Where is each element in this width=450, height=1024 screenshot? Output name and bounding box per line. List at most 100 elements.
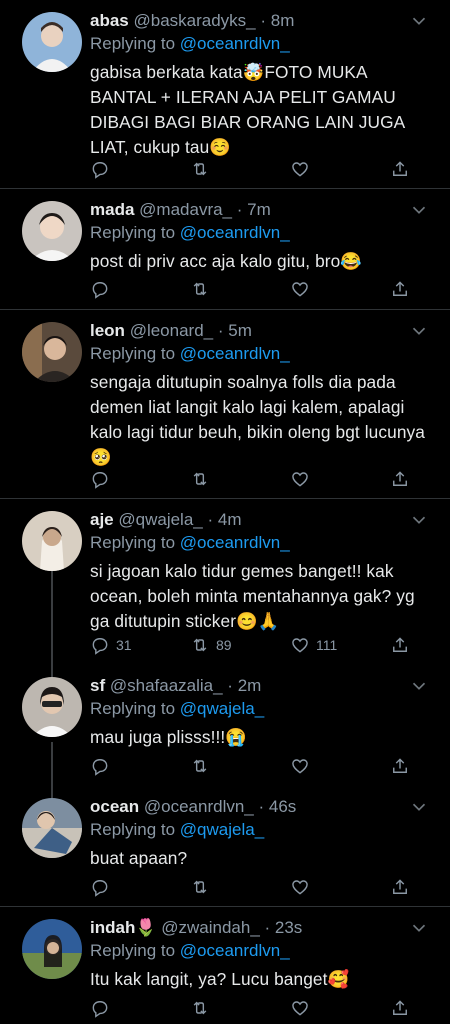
display-name[interactable]: leon (90, 321, 125, 340)
tweet-actions (90, 755, 412, 777)
reply-button[interactable] (90, 755, 150, 777)
share-icon (393, 637, 407, 652)
display-name[interactable]: aje (90, 510, 114, 529)
handle[interactable]: @zwaindah_ (161, 918, 260, 937)
retweet-button[interactable] (190, 468, 250, 490)
share-button[interactable] (390, 755, 412, 777)
reply-icon (92, 880, 108, 897)
handle[interactable]: @shafaazalia_ (110, 676, 223, 695)
avatar[interactable] (22, 677, 82, 737)
share-button[interactable] (390, 634, 412, 656)
mention-link[interactable]: @oceanrdlvn_ (180, 533, 290, 552)
display-name[interactable]: abas (90, 11, 129, 30)
reply-icon (92, 282, 108, 299)
retweet-icon (193, 1001, 207, 1015)
mention-link[interactable]: @oceanrdlvn_ (180, 344, 290, 363)
chevron-down-icon[interactable] (408, 199, 430, 221)
tweet-actions (90, 158, 412, 180)
display-name[interactable]: mada (90, 200, 134, 219)
retweet-button[interactable] (190, 997, 250, 1019)
handle[interactable]: @qwajela_ (118, 510, 202, 529)
chevron-down-icon[interactable] (408, 917, 430, 939)
timestamp[interactable]: 5m (228, 321, 252, 340)
timestamp[interactable]: 7m (247, 200, 271, 219)
reply-button[interactable] (90, 997, 150, 1019)
share-icon (393, 1000, 407, 1015)
tweet-text: si jagoan kalo tidur gemes banget!! kak … (90, 561, 415, 631)
retweet-button[interactable] (190, 876, 250, 898)
handle[interactable]: @oceanrdlvn_ (144, 797, 254, 816)
reply-button[interactable]: 31 (90, 634, 150, 656)
share-button[interactable] (390, 278, 412, 300)
mention-link[interactable]: @qwajela_ (180, 699, 264, 718)
reply-count: 31 (116, 637, 132, 653)
retweet-button[interactable]: 89 (190, 634, 250, 656)
reply-button[interactable] (90, 468, 150, 490)
like-button[interactable]: 111 (290, 634, 350, 656)
timestamp[interactable]: 23s (275, 918, 302, 937)
share-button[interactable] (390, 158, 412, 180)
reply-button[interactable] (90, 278, 150, 300)
avatar[interactable] (22, 919, 82, 979)
mention-link[interactable]: @oceanrdlvn_ (180, 223, 290, 242)
retweet-icon (193, 638, 207, 652)
timestamp[interactable]: 2m (238, 676, 262, 695)
reply-button[interactable] (90, 876, 150, 898)
tweet[interactable]: mada @madavra_ · 7m Replying to @oceanrd… (0, 189, 450, 310)
chevron-down-icon[interactable] (408, 509, 430, 531)
like-icon (292, 472, 308, 487)
tweet-header: indah🌷 @zwaindah_ · 23s (90, 918, 303, 937)
chevron-down-icon[interactable] (408, 10, 430, 32)
like-button[interactable] (290, 158, 350, 180)
avatar[interactable] (22, 12, 82, 72)
retweet-icon (193, 162, 207, 176)
like-button[interactable] (290, 997, 350, 1019)
timestamp[interactable]: 8m (271, 11, 295, 30)
share-icon (393, 471, 407, 486)
tweet-actions (90, 278, 412, 300)
display-name[interactable]: indah🌷 (90, 918, 157, 937)
tweet[interactable]: aje @qwajela_ · 4m Replying to @oceanrdl… (0, 499, 450, 665)
like-button[interactable] (290, 278, 350, 300)
share-button[interactable] (390, 468, 412, 490)
chevron-down-icon[interactable] (408, 675, 430, 697)
mention-link[interactable]: @oceanrdlvn_ (180, 34, 290, 53)
avatar[interactable] (22, 201, 82, 261)
like-icon (292, 162, 308, 177)
handle[interactable]: @madavra_ (139, 200, 232, 219)
avatar[interactable] (22, 511, 82, 571)
retweet-count: 89 (216, 637, 232, 653)
tweet-text: sengaja ditutupin soalnya folls dia pada… (90, 372, 425, 467)
share-button[interactable] (390, 997, 412, 1019)
tweet[interactable]: ocean @oceanrdlvn_ · 46s Replying to @qw… (0, 786, 450, 907)
tweet-actions (90, 997, 412, 1019)
avatar[interactable] (22, 798, 82, 858)
avatar[interactable] (22, 322, 82, 382)
retweet-button[interactable] (190, 158, 250, 180)
timestamp[interactable]: 4m (218, 510, 242, 529)
handle[interactable]: @baskaradyks_ (133, 11, 255, 30)
display-name[interactable]: sf (90, 676, 105, 695)
tweet[interactable]: sf @shafaazalia_ · 2m Replying to @qwaje… (0, 665, 450, 786)
reply-button[interactable] (90, 158, 150, 180)
like-button[interactable] (290, 755, 350, 777)
mention-link[interactable]: @oceanrdlvn_ (180, 941, 290, 960)
display-name[interactable]: ocean (90, 797, 139, 816)
share-button[interactable] (390, 876, 412, 898)
replying-to: Replying to @qwajela_ (90, 820, 265, 839)
retweet-button[interactable] (190, 278, 250, 300)
tweet-actions: 31 89 111 (90, 634, 412, 656)
like-button[interactable] (290, 468, 350, 490)
chevron-down-icon[interactable] (408, 320, 430, 342)
chevron-down-icon[interactable] (408, 796, 430, 818)
tweet[interactable]: indah🌷 @zwaindah_ · 23s Replying to @oce… (0, 907, 450, 1024)
mention-link[interactable]: @qwajela_ (180, 820, 264, 839)
share-icon (393, 879, 407, 894)
timestamp[interactable]: 46s (269, 797, 296, 816)
handle[interactable]: @leonard_ (130, 321, 213, 340)
tweet[interactable]: leon @leonard_ · 5m Replying to @oceanrd… (0, 310, 450, 499)
tweet[interactable]: abas @baskaradyks_ · 8m Replying to @oce… (0, 0, 450, 189)
tweet-header: ocean @oceanrdlvn_ · 46s (90, 797, 297, 816)
retweet-button[interactable] (190, 755, 250, 777)
like-button[interactable] (290, 876, 350, 898)
